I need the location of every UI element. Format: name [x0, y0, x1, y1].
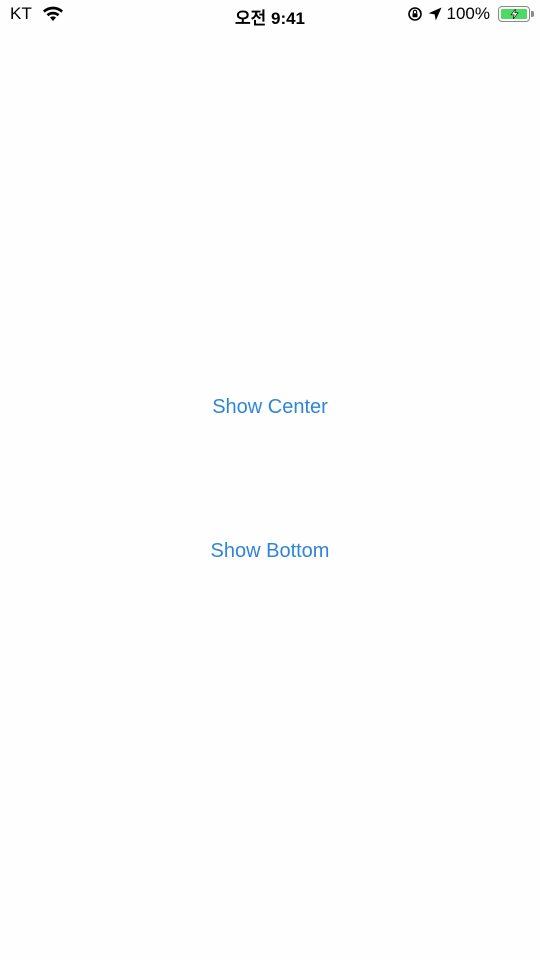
battery-charging-icon: [498, 6, 534, 22]
status-right: 100%: [407, 4, 534, 24]
battery-percent: 100%: [446, 4, 490, 23]
location-arrow-icon: [427, 6, 443, 22]
status-bar: KT 오전 9:41 100%: [0, 0, 540, 30]
show-center-button[interactable]: Show Center: [0, 396, 540, 419]
battery-fill: [501, 9, 527, 19]
orientation-lock-icon: [407, 6, 423, 22]
show-bottom-button[interactable]: Show Bottom: [0, 540, 540, 563]
battery-cap: [531, 11, 534, 17]
charging-bolt-icon: [509, 9, 519, 19]
